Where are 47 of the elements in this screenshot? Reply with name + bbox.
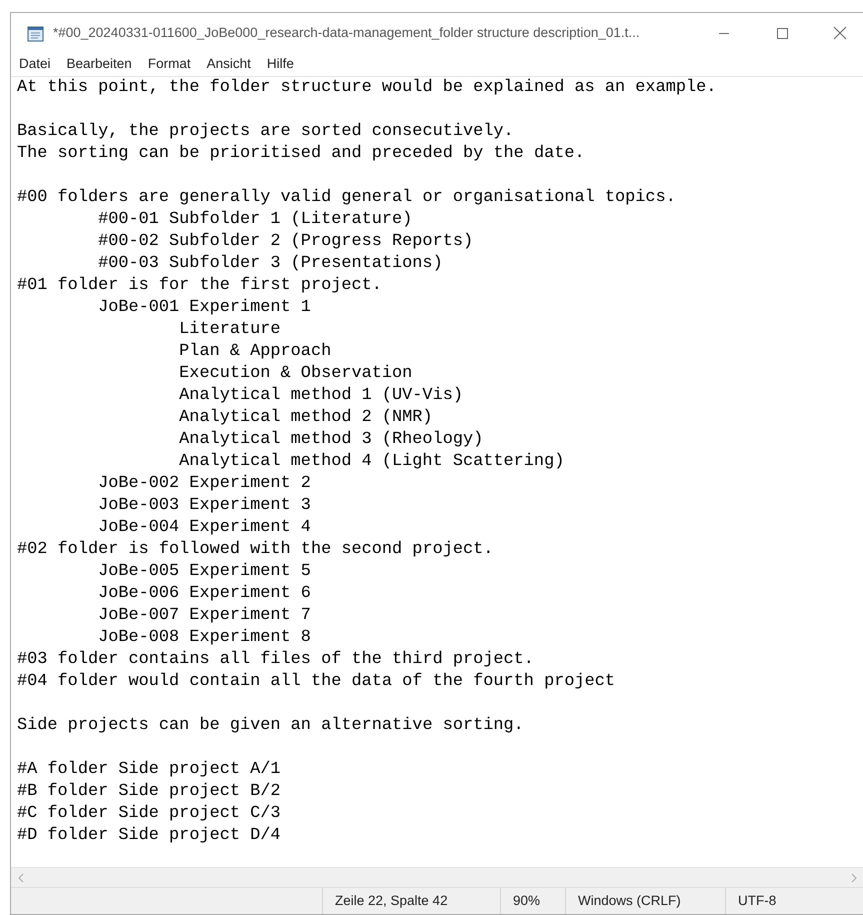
text-line: JoBe-005 Experiment 5 — [98, 562, 311, 581]
scroll-left-icon[interactable] — [17, 872, 25, 882]
text-line: JoBe-004 Experiment 4 — [98, 518, 311, 537]
encoding: UTF-8 — [725, 888, 863, 914]
maximize-icon — [776, 27, 788, 39]
window-title: *#00_20240331-011600_JoBe000_research-data-management_folder structure description_01.t... — [53, 24, 640, 42]
line-ending: Windows (CRLF) — [565, 888, 725, 914]
text-line: #B folder Side project B/2 — [17, 782, 281, 801]
text-line: JoBe-003 Experiment 3 — [98, 496, 311, 515]
text-line: #00-03 Subfolder 3 (Presentations) — [98, 254, 443, 273]
text-line: Execution & Observation — [179, 364, 412, 383]
text-line: Plan & Approach — [179, 342, 332, 361]
text-line: JoBe-006 Experiment 6 — [98, 584, 311, 603]
text-line: The sorting can be prioritised and preceded by the date. — [17, 144, 585, 163]
text-line: Literature — [179, 320, 281, 339]
text-line: JoBe-002 Experiment 2 — [98, 474, 311, 493]
text-line: Analytical method 4 (Light Scattering) — [179, 452, 564, 471]
text-line: Side projects can be given an alternative sorting. — [17, 716, 524, 735]
text-line: #00 folders are generally valid general or organisational topics. — [17, 188, 676, 207]
text-line: JoBe-007 Experiment 7 — [98, 606, 311, 625]
notepad-icon — [27, 24, 45, 42]
text-line: #C folder Side project C/3 — [17, 804, 281, 823]
scroll-right-icon[interactable] — [850, 872, 858, 882]
text-line: #00-02 Subfolder 2 (Progress Reports) — [98, 232, 474, 251]
menu-item[interactable]: Format — [140, 54, 199, 75]
text-line: #02 folder is followed with the second project. — [17, 540, 494, 559]
text-line: #04 folder would contain all the data of the fourth project — [17, 672, 616, 691]
menu-item[interactable]: Datei — [11, 54, 59, 75]
zoom-level: 90% — [500, 888, 565, 914]
text-line: JoBe-001 Experiment 1 — [98, 298, 311, 317]
horizontal-scrollbar[interactable] — [11, 867, 863, 887]
menu-item[interactable]: Hilfe — [258, 54, 302, 75]
cursor-position: Zeile 22, Spalte 42 — [322, 888, 500, 914]
menu-item[interactable]: Ansicht — [198, 54, 259, 75]
text-line: Analytical method 3 (Rheology) — [179, 430, 484, 449]
text-line: Analytical method 1 (UV-Vis) — [179, 386, 463, 405]
text-line: #01 folder is for the first project. — [17, 276, 382, 295]
text-line: #03 folder contains all files of the third project. — [17, 650, 534, 669]
text-line: JoBe-008 Experiment 8 — [98, 628, 311, 647]
text-line: #D folder Side project D/4 — [17, 826, 281, 845]
text-line: Basically, the projects are sorted consecutively. — [17, 122, 514, 141]
menu-item[interactable]: Bearbeiten — [58, 54, 140, 75]
close-icon — [833, 26, 847, 40]
text-line: #00-01 Subfolder 1 (Literature) — [98, 210, 412, 229]
text-line: At this point, the folder structure would be explained as an example. — [17, 78, 716, 97]
text-line: Analytical method 2 (NMR) — [179, 408, 433, 427]
text-line: #A folder Side project A/1 — [17, 760, 281, 779]
